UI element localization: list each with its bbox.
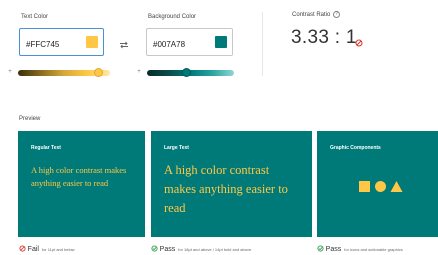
large-text-result: Pass for 18pt and above / 14pt bold and a… xyxy=(151,245,251,253)
large-text-card: Large Text A high color contrast makes a… xyxy=(151,131,312,237)
background-color-slider[interactable] xyxy=(147,68,234,77)
large-text-sample: A high color contrast makes anything eas… xyxy=(164,163,288,215)
text-color-hex: #FFC745 xyxy=(26,40,60,49)
regular-text-result: Fail for 11pt and below xyxy=(19,245,75,253)
text-color-slider[interactable] xyxy=(18,68,110,77)
graphic-components-result-word: Pass xyxy=(325,246,342,253)
background-slider-handle[interactable] xyxy=(181,68,191,77)
fail-icon xyxy=(19,245,26,252)
contrast-ratio-label: Contrast Ratio xyxy=(292,12,331,18)
background-color-label: Background Color xyxy=(148,14,197,20)
background-color-swatch[interactable] xyxy=(215,36,227,48)
large-text-result-word: Pass xyxy=(159,246,176,253)
graphic-components-result-note: for icons and actionable graphics xyxy=(344,247,403,252)
regular-text-result-note: for 11pt and below xyxy=(41,247,75,252)
pass-icon xyxy=(151,245,158,252)
text-color-label: Text Color xyxy=(21,14,49,20)
preview-label: Preview xyxy=(19,116,41,122)
circle-shape-icon xyxy=(375,181,386,192)
text-slider-handle[interactable] xyxy=(94,68,104,77)
regular-text-result-word: Fail xyxy=(27,246,39,253)
triangle-shape-icon xyxy=(390,180,403,193)
fail-icon xyxy=(355,34,363,47)
large-text-card-title: Large Text xyxy=(164,145,189,151)
text-color-swatch[interactable] xyxy=(86,36,98,48)
background-slider-decrease-icon[interactable]: + xyxy=(136,69,142,75)
square-shape-icon xyxy=(359,181,370,192)
pass-icon xyxy=(317,245,324,252)
regular-text-card: Regular Text A high color contrast makes… xyxy=(18,131,145,237)
graphic-components-result: Pass for icons and actionable graphics xyxy=(317,245,403,253)
graphic-components-card: Graphic Components xyxy=(317,131,438,237)
large-text-result-note: for 18pt and above / 14pt bold and above xyxy=(178,247,252,252)
swap-arrows-icon[interactable] xyxy=(119,36,129,49)
contrast-ratio-value: 3.33 : 1 xyxy=(291,27,357,48)
section-divider xyxy=(262,12,263,76)
regular-text-sample: A high color contrast makes anything eas… xyxy=(31,165,127,188)
text-slider-decrease-icon[interactable]: + xyxy=(7,69,13,75)
info-icon[interactable]: ? xyxy=(333,11,340,18)
regular-text-card-title: Regular Text xyxy=(31,145,61,151)
background-color-field[interactable]: #007A78 xyxy=(146,28,233,56)
graphic-components-card-title: Graphic Components xyxy=(330,145,381,151)
text-color-field[interactable]: #FFC745 xyxy=(19,28,104,56)
background-color-hex: #007A78 xyxy=(153,40,186,49)
